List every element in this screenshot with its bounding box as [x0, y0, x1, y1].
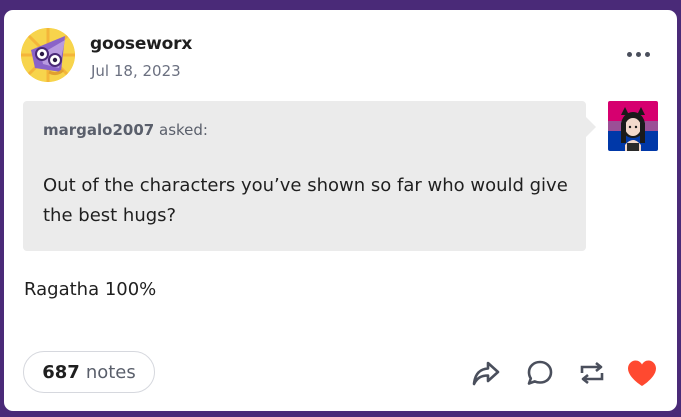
post-card: gooseworx Jul 18, 2023 margalo2007 asked…: [4, 10, 677, 411]
author-username[interactable]: gooseworx: [90, 34, 192, 54]
asker-avatar[interactable]: [608, 101, 658, 151]
reblog-button[interactable]: [576, 357, 608, 389]
heart-icon: [628, 360, 656, 386]
asked-label: asked:: [159, 121, 208, 139]
author-avatar[interactable]: [21, 28, 75, 82]
more-horizontal-icon: [626, 51, 632, 57]
share-button[interactable]: [470, 357, 502, 389]
reply-button[interactable]: [524, 357, 556, 389]
ask-bubble: margalo2007 asked: Out of the characters…: [23, 101, 596, 251]
notes-count: 687: [42, 361, 80, 383]
reply-icon: [527, 360, 553, 385]
ask-header: margalo2007 asked:: [43, 121, 208, 139]
reblog-icon: [580, 361, 604, 385]
answer-text: Ragatha 100%: [24, 279, 157, 300]
asker-username[interactable]: margalo2007: [43, 121, 154, 139]
notes-label: notes: [85, 361, 136, 383]
like-button[interactable]: [626, 357, 658, 389]
share-icon: [472, 361, 500, 386]
post-date[interactable]: Jul 18, 2023: [91, 62, 181, 80]
more-options-button[interactable]: [623, 46, 653, 62]
ask-question: Out of the characters you’ve shown so fa…: [43, 175, 568, 226]
notes-button[interactable]: 687 notes: [23, 351, 155, 393]
